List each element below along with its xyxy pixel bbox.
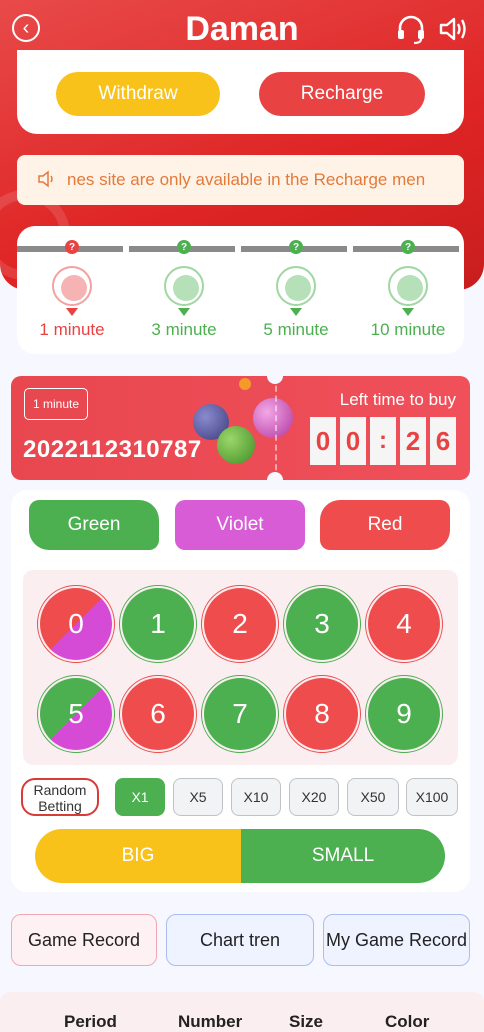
number-ball-1[interactable]: 1 [119, 585, 197, 663]
indicator-triangle [66, 308, 78, 316]
number-ball-6[interactable]: 6 [119, 675, 197, 753]
tab-1-minute[interactable]: ? 1 minute [22, 240, 122, 352]
tab-label: 5 minute [263, 320, 329, 339]
withdraw-button[interactable]: Withdraw [56, 72, 220, 116]
recharge-button[interactable]: Recharge [259, 72, 425, 116]
number-ball-4[interactable]: 4 [365, 585, 443, 663]
column-header-color: Color [385, 1012, 430, 1031]
my-game-record-button[interactable]: My Game Record [323, 914, 470, 966]
lottery-ball-decoration [217, 426, 255, 464]
tab-label: 3 minute [151, 320, 217, 339]
number-ball-8[interactable]: 8 [283, 675, 361, 753]
multiplier-x1[interactable]: X1 [115, 778, 165, 816]
period-number: 2022112310787 [23, 436, 202, 463]
countdown-timer: 0 0 : 2 6 [310, 417, 456, 465]
multiplier-x100[interactable]: X100 [406, 778, 458, 816]
countdown-digit: 6 [430, 417, 456, 465]
indicator-triangle [290, 308, 302, 316]
ticket-notch [267, 368, 283, 384]
chart-trend-button[interactable]: Chart tren [166, 914, 314, 966]
question-icon: ? [65, 240, 79, 254]
number-ball-9[interactable]: 9 [365, 675, 443, 753]
lottery-ball-decoration [253, 398, 293, 438]
clock-icon [388, 266, 428, 306]
small-bet-button[interactable]: SMALL [241, 829, 445, 883]
tab-10-minute[interactable]: ? 10 minute [358, 240, 458, 352]
column-header-size: Size [289, 1012, 324, 1031]
tab-5-minute[interactable]: ? 5 minute [246, 240, 346, 352]
number-ball-2[interactable]: 2 [201, 585, 279, 663]
green-bet-button[interactable]: Green [29, 500, 159, 550]
tab-3-minute[interactable]: ? 3 minute [134, 240, 234, 352]
notice-text: nes site are only available in the Recha… [67, 170, 426, 189]
number-grid: 0 1 2 3 4 5 6 7 8 9 [23, 570, 458, 765]
number-ball-3[interactable]: 3 [283, 585, 361, 663]
big-small-toggle: BIG SMALL [35, 829, 445, 883]
game-timer-tabs: ? 1 minute ? 3 minute ? 5 minute ? 10 mi… [17, 226, 464, 354]
big-bet-button[interactable]: BIG [35, 829, 241, 883]
ticket-divider [275, 376, 277, 480]
red-bet-button[interactable]: Red [320, 500, 450, 550]
notice-bar[interactable]: nes site are only available in the Recha… [17, 155, 464, 205]
question-icon: ? [289, 240, 303, 254]
clock-icon [276, 266, 316, 306]
violet-bet-button[interactable]: Violet [175, 500, 305, 550]
number-ball-7[interactable]: 7 [201, 675, 279, 753]
multiplier-x50[interactable]: X50 [347, 778, 399, 816]
speaker-icon [37, 169, 57, 194]
question-icon: ? [401, 240, 415, 254]
tab-label: 10 minute [370, 320, 446, 339]
indicator-triangle [178, 308, 190, 316]
multiplier-x20[interactable]: X20 [289, 778, 339, 816]
clock-icon [52, 266, 92, 306]
record-table-header: Period Number Size Color [0, 992, 484, 1032]
number-ball-5[interactable]: 5 [37, 675, 115, 753]
headset-icon[interactable] [396, 14, 426, 51]
question-icon: ? [177, 240, 191, 254]
multiplier-x5[interactable]: X5 [173, 778, 223, 816]
clock-icon [164, 266, 204, 306]
number-ball-0[interactable]: 0 [37, 585, 115, 663]
indicator-triangle [402, 308, 414, 316]
column-header-number: Number [178, 1012, 243, 1031]
left-time-label: Left time to buy [339, 390, 456, 409]
round-duration-tag: 1 minute [24, 388, 89, 420]
random-betting-button[interactable]: Random Betting [21, 778, 99, 816]
ticket-notch [267, 472, 283, 488]
game-record-button[interactable]: Game Record [11, 914, 157, 966]
multiplier-x10[interactable]: X10 [231, 778, 281, 816]
countdown-digit: 0 [340, 417, 366, 465]
countdown-digit: 2 [400, 417, 426, 465]
speaker-icon[interactable] [438, 14, 470, 49]
round-ticket: 1 minute 2022112310787 Left time to buy … [11, 368, 470, 488]
tab-label: 1 minute [39, 320, 105, 339]
betting-panel: Green Violet Red 0 1 2 3 4 5 6 7 8 9 Ran… [11, 490, 470, 892]
column-header-period: Period [64, 1012, 117, 1031]
confetti-decoration [239, 378, 251, 390]
countdown-digit: 0 [310, 417, 336, 465]
countdown-separator: : [370, 417, 396, 465]
